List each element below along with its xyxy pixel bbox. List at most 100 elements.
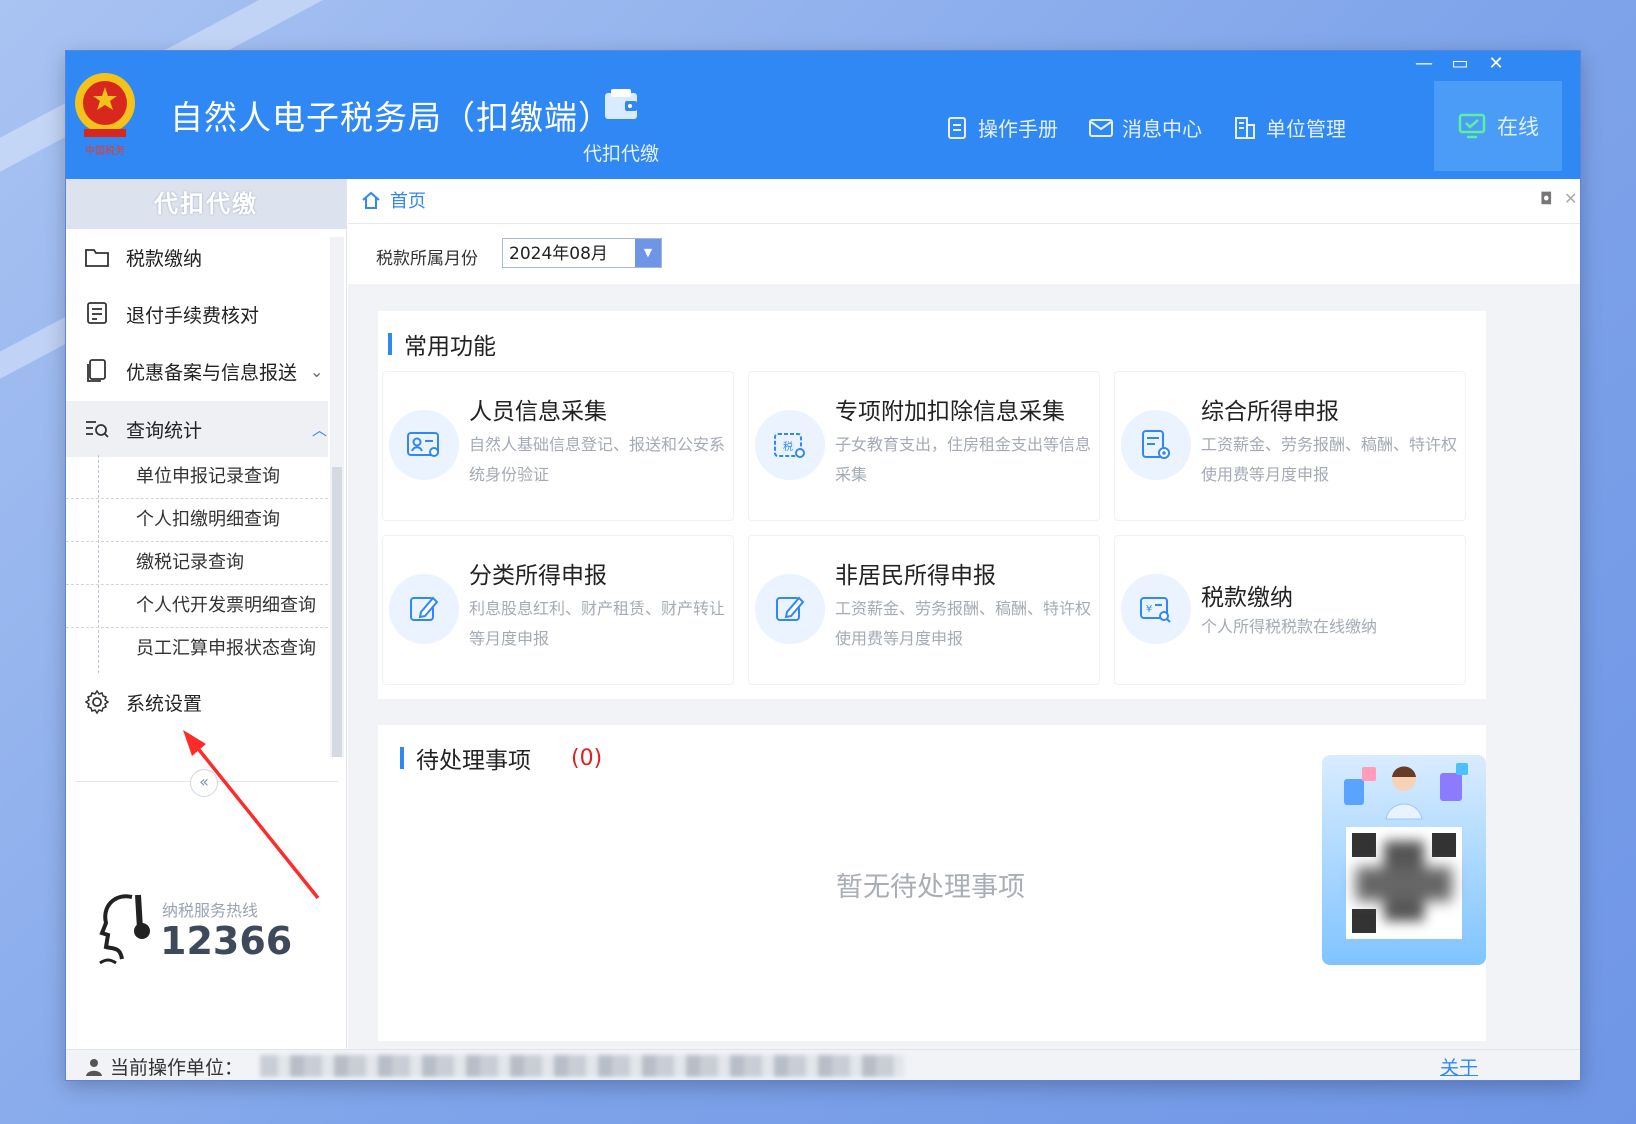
window-minimize-button[interactable]: — — [1410, 53, 1438, 75]
tab-home-label: 首页 — [390, 191, 426, 212]
current-unit-label: 当前操作单位： — [84, 1053, 243, 1080]
common-functions-title: 常用功能 — [388, 327, 496, 361]
tax-month-select[interactable]: 2024年08月 ▼ — [502, 238, 662, 268]
tax-month-label: 税款所属月份 — [376, 249, 478, 269]
sidebar-item-system-settings[interactable]: 系统设置 — [66, 674, 328, 730]
building-icon — [1235, 116, 1255, 139]
submenu-item-annual-settlement-status-query[interactable]: 员工汇算申报状态查询 — [66, 627, 328, 670]
user-icon — [86, 1058, 102, 1076]
chevron-up-icon: ︿ — [312, 420, 328, 439]
header-bar: 中国税务 自然人电子税务局（扣缴端） 代扣代缴 操作手册 消息中心 单位管理 在… — [66, 51, 1580, 179]
sidebar: 代扣代缴 税款缴纳 退付手续费核对 优惠备案与信息报送 ⌄ 查询统计 ︿ 单位申… — [66, 179, 347, 1049]
mail-icon — [1089, 118, 1113, 137]
pending-items-title: 待处理事项 (0) — [400, 741, 602, 775]
tool-message-center-button[interactable]: 消息中心 — [1088, 113, 1202, 142]
home-icon — [362, 191, 380, 209]
card-comprehensive-income[interactable]: 综合所得申报 工资薪金、劳务报酬、稿酬、特许权使用费等月度申报 — [1114, 371, 1466, 521]
common-functions-panel: 常用功能 人员信息采集 自然人基础信息登记、报送和公安系统身份验证 税 专项附加… — [378, 311, 1486, 699]
edit-icon — [776, 596, 805, 621]
current-unit-name-redacted — [260, 1055, 904, 1077]
dropdown-arrow-icon[interactable]: ▼ — [635, 239, 661, 267]
svg-text:¥: ¥ — [1146, 604, 1152, 615]
search-list-icon — [86, 421, 109, 438]
submenu-item-unit-declaration-query[interactable]: 单位申报记录查询 — [66, 455, 328, 499]
qr-code — [1346, 827, 1462, 939]
promo-qr-banner[interactable] — [1322, 755, 1486, 965]
main-content: 首页 ◘ ✕ 税款所属月份 2024年08月 ▼ 常用功能 人员信息采集 自然人… — [348, 179, 1580, 1049]
sidebar-item-preferential-filing[interactable]: 优惠备案与信息报送 ⌄ — [66, 343, 328, 399]
calendar-tax-icon: 税 — [774, 433, 805, 458]
about-link[interactable]: 关于 — [1440, 1053, 1478, 1080]
manual-icon — [948, 116, 966, 139]
tool-unit-management-label: 单位管理 — [1266, 117, 1346, 141]
headset-agent-icon — [99, 894, 150, 965]
status-bar: 当前操作单位： 关于 — [66, 1049, 1580, 1080]
sidebar-item-label: 优惠备案与信息报送 — [126, 361, 298, 384]
tab-close-button[interactable]: ✕ — [1564, 189, 1577, 208]
card-non-resident-income[interactable]: 非居民所得申报 工资薪金、劳务报酬、稿酬、特许权使用费等月度申报 — [748, 535, 1100, 685]
app-window: 中国税务 自然人电子税务局（扣缴端） 代扣代缴 操作手册 消息中心 单位管理 在… — [66, 51, 1580, 1080]
sidebar-title: 代扣代缴 — [66, 179, 346, 229]
submenu-item-tax-payment-record-query[interactable]: 缴税记录查询 — [66, 541, 328, 585]
tax-month-value: 2024年08月 — [509, 244, 608, 264]
window-maximize-button[interactable]: ▭ — [1446, 53, 1474, 75]
section-accent-bar — [388, 333, 392, 355]
hotline-number: 12366 — [160, 919, 293, 963]
id-card-icon — [407, 432, 439, 457]
submenu-item-personal-withholding-query[interactable]: 个人扣缴明细查询 — [66, 498, 328, 542]
hotline-block: 纳税服务热线 12366 — [94, 889, 314, 979]
card-title: 分类所得申报 — [469, 563, 607, 589]
card-description: 工资薪金、劳务报酬、稿酬、特许权使用费等月度申报 — [835, 599, 1092, 648]
tool-message-center-label: 消息中心 — [1122, 117, 1202, 141]
sidebar-item-tax-payment[interactable]: 税款缴纳 — [66, 229, 328, 285]
card-description: 个人所得税税款在线缴纳 — [1201, 617, 1378, 636]
monitor-check-icon — [1458, 113, 1486, 139]
sidebar-item-label: 税款缴纳 — [126, 247, 203, 270]
list-doc-icon — [87, 302, 107, 324]
sidebar-item-refund-fee-check[interactable]: 退付手续费核对 — [66, 286, 328, 342]
payment-search-icon: ¥ — [1140, 597, 1171, 623]
hotline-label: 纳税服务热线 — [162, 901, 259, 920]
pending-count: (0) — [571, 745, 603, 771]
edit-icon — [410, 596, 439, 621]
sidebar-item-query-statistics[interactable]: 查询统计 ︿ — [66, 401, 328, 457]
card-title: 综合所得申报 — [1201, 399, 1339, 425]
card-special-deduction[interactable]: 税 专项附加扣除信息采集 子女教育支出，住房租金支出等信息采集 — [748, 371, 1100, 521]
card-classified-income[interactable]: 分类所得申报 利息股息红利、财产租赁、财产转让等月度申报 — [382, 535, 734, 685]
sidebar-collapse-button[interactable]: « — [190, 769, 218, 797]
national-emblem-logo: 中国税务 — [75, 73, 135, 157]
svg-text:中国税务: 中国税务 — [85, 144, 125, 157]
tab-bar: 首页 ◘ ✕ — [348, 179, 1580, 224]
copy-doc-icon — [87, 359, 106, 382]
svg-text:税: 税 — [783, 440, 793, 453]
sidebar-item-label: 系统设置 — [126, 692, 203, 715]
card-description: 自然人基础信息登记、报送和公安系统身份验证 — [469, 435, 726, 484]
card-personnel-info[interactable]: 人员信息采集 自然人基础信息登记、报送和公安系统身份验证 — [382, 371, 734, 521]
online-status-button[interactable]: 在线 — [1434, 81, 1562, 171]
query-submenu: 单位申报记录查询 个人扣缴明细查询 缴税记录查询 个人代开发票明细查询 员工汇算… — [66, 455, 328, 673]
card-description: 子女教育支出，住房租金支出等信息采集 — [835, 435, 1092, 484]
card-title: 人员信息采集 — [469, 399, 607, 425]
card-title: 税款缴纳 — [1201, 585, 1293, 611]
gear-icon — [84, 689, 110, 715]
sidebar-item-label: 退付手续费核对 — [126, 304, 260, 327]
scrollbar-thumb[interactable] — [332, 467, 342, 757]
card-title: 非居民所得申报 — [835, 563, 996, 589]
submenu-item-invoice-detail-query[interactable]: 个人代开发票明细查询 — [66, 584, 328, 628]
tab-restore-button[interactable]: ◘ — [1540, 189, 1553, 208]
sidebar-item-label: 查询统计 — [126, 419, 203, 442]
card-tax-payment[interactable]: ¥ 税款缴纳 个人所得税税款在线缴纳 — [1114, 535, 1466, 685]
sidebar-scrollbar[interactable] — [330, 237, 344, 757]
online-status-label: 在线 — [1497, 115, 1539, 139]
folder-icon — [85, 249, 109, 267]
tool-unit-management-button[interactable]: 单位管理 — [1232, 113, 1346, 142]
nav-tile-withholding[interactable]: 代扣代缴 — [566, 79, 676, 169]
pending-items-panel: 待处理事项 (0) 暂无待处理事项 — [378, 725, 1486, 1041]
window-close-button[interactable]: ✕ — [1482, 53, 1510, 75]
tab-home[interactable]: 首页 — [360, 187, 426, 213]
filter-bar: 税款所属月份 2024年08月 ▼ — [348, 224, 1580, 284]
tool-manual-button[interactable]: 操作手册 — [944, 113, 1058, 142]
app-title: 自然人电子税务局（扣缴端） — [170, 98, 612, 137]
card-description: 利息股息红利、财产租赁、财产转让等月度申报 — [469, 599, 726, 648]
card-description: 工资薪金、劳务报酬、稿酬、特许权使用费等月度申报 — [1201, 435, 1458, 484]
